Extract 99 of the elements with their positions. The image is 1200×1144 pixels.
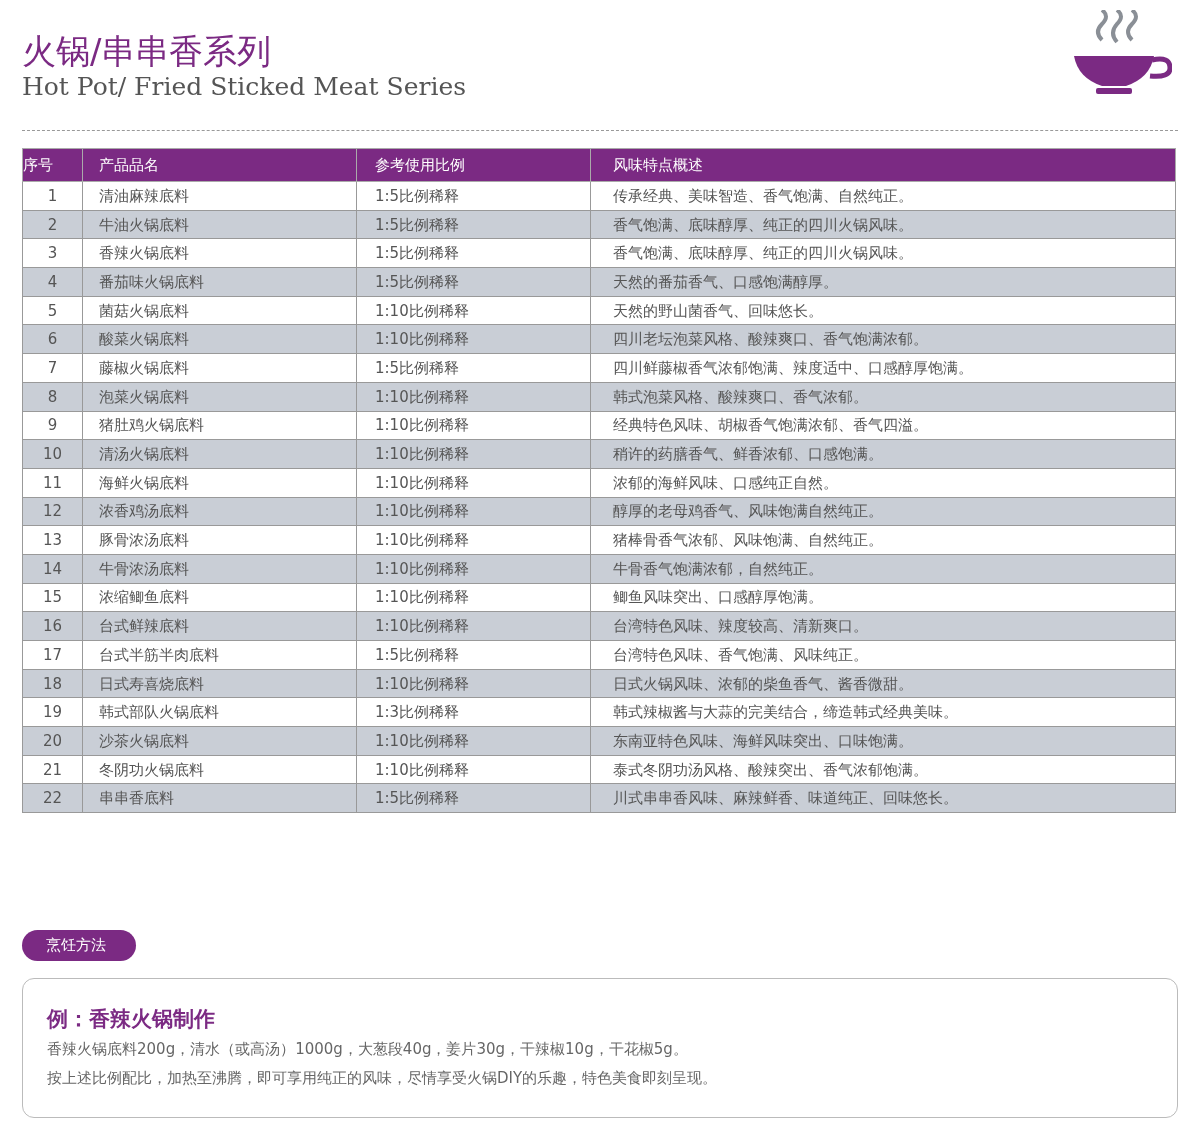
table-cell: 7 [22, 353, 83, 383]
table-cell: 18 [22, 669, 83, 698]
table-cell: 1:10比例稀释 [356, 411, 591, 440]
table-cell: 1:5比例稀释 [356, 353, 591, 383]
column-header: 产品品名 [82, 148, 357, 182]
table-cell: 猪肚鸡火锅底料 [82, 411, 357, 440]
column-header: 风味特点概述 [590, 148, 1176, 182]
table-cell: 10 [22, 439, 83, 469]
table-cell: 1:10比例稀释 [356, 669, 591, 698]
table-cell: 1:10比例稀释 [356, 468, 591, 498]
table-cell: 经典特色风味、胡椒香气饱满浓郁、香气四溢。 [590, 411, 1176, 440]
table-cell: 日式寿喜烧底料 [82, 669, 357, 698]
table-cell: 1:10比例稀释 [356, 296, 591, 325]
table-cell: 稍许的药膳香气、鲜香浓郁、口感饱满。 [590, 439, 1176, 469]
table-cell: 1 [22, 181, 83, 211]
table-cell: 台湾特色风味、香气饱满、风味纯正。 [590, 640, 1176, 670]
table-cell: 浓缩鲫鱼底料 [82, 583, 357, 612]
table-cell: 韩式辣椒酱与大蒜的完美结合，缔造韩式经典美味。 [590, 697, 1176, 727]
table-cell: 9 [22, 411, 83, 440]
table-cell: 1:5比例稀释 [356, 181, 591, 211]
table-cell: 番茄味火锅底料 [82, 267, 357, 297]
table-cell: 清汤火锅底料 [82, 439, 357, 469]
page-title: 火锅/串串香系列 [22, 30, 273, 72]
table-cell: 21 [22, 755, 83, 784]
table-cell: 清油麻辣底料 [82, 181, 357, 211]
column-header: 参考使用比例 [356, 148, 591, 182]
table-cell: 1:10比例稀释 [356, 382, 591, 411]
table-cell: 20 [22, 726, 83, 756]
table-cell: 韩式部队火锅底料 [82, 697, 357, 727]
table-cell: 5 [22, 296, 83, 325]
table-cell: 香气饱满、底味醇厚、纯正的四川火锅风味。 [590, 238, 1176, 268]
page-subtitle: Hot Pot/ Fried Sticked Meat Series [22, 72, 466, 102]
table-cell: 台式鲜辣底料 [82, 611, 357, 641]
table-cell: 香气饱满、底味醇厚、纯正的四川火锅风味。 [590, 210, 1176, 239]
table-cell: 韩式泡菜风格、酸辣爽口、香气浓郁。 [590, 382, 1176, 411]
table-cell: 海鲜火锅底料 [82, 468, 357, 498]
table-cell: 浓香鸡汤底料 [82, 497, 357, 526]
table-cell: 1:5比例稀释 [356, 783, 591, 813]
table-cell: 8 [22, 382, 83, 411]
table-cell: 22 [22, 783, 83, 813]
steaming-cup-icon [1072, 10, 1172, 96]
table-cell: 牛骨浓汤底料 [82, 554, 357, 584]
table-cell: 香辣火锅底料 [82, 238, 357, 268]
table-cell: 台式半筋半肉底料 [82, 640, 357, 670]
table-cell: 11 [22, 468, 83, 498]
table-cell: 台湾特色风味、辣度较高、清新爽口。 [590, 611, 1176, 641]
table-cell: 3 [22, 238, 83, 268]
table-cell: 四川老坛泡菜风格、酸辣爽口、香气饱满浓郁。 [590, 324, 1176, 354]
table-cell: 酸菜火锅底料 [82, 324, 357, 354]
table-cell: 1:3比例稀释 [356, 697, 591, 727]
table-cell: 1:10比例稀释 [356, 755, 591, 784]
table-cell: 菌菇火锅底料 [82, 296, 357, 325]
table-cell: 1:10比例稀释 [356, 554, 591, 584]
table-cell: 1:10比例稀释 [356, 324, 591, 354]
table-cell: 1:10比例稀释 [356, 439, 591, 469]
table-cell: 14 [22, 554, 83, 584]
table-cell: 1:5比例稀释 [356, 210, 591, 239]
table-cell: 4 [22, 267, 83, 297]
table-cell: 天然的野山菌香气、回味悠长。 [590, 296, 1176, 325]
table-cell: 豚骨浓汤底料 [82, 525, 357, 555]
recipe-text: 香辣火锅底料200g，清水（或高汤）1000g，大葱段40g，姜片30g，干辣椒10g，干花椒5g。 [47, 1039, 689, 1061]
table-cell: 19 [22, 697, 83, 727]
table-cell: 醇厚的老母鸡香气、风味饱满自然纯正。 [590, 497, 1176, 526]
table-cell: 浓郁的海鲜风味、口感纯正自然。 [590, 468, 1176, 498]
table-cell: 串串香底料 [82, 783, 357, 813]
table-cell: 1:5比例稀释 [356, 640, 591, 670]
table-cell: 泡菜火锅底料 [82, 382, 357, 411]
table-cell: 猪棒骨香气浓郁、风味饱满、自然纯正。 [590, 525, 1176, 555]
table-cell: 东南亚特色风味、海鲜风味突出、口味饱满。 [590, 726, 1176, 756]
table-cell: 1:10比例稀释 [356, 611, 591, 641]
table-cell: 13 [22, 525, 83, 555]
table-cell: 1:10比例稀释 [356, 583, 591, 612]
table-cell: 牛油火锅底料 [82, 210, 357, 239]
recipe-text: 按上述比例配比，加热至沸腾，即可享用纯正的风味，尽情享受火锅DIY的乐趣，特色美食即刻呈现。 [47, 1068, 719, 1090]
table-cell: 1:5比例稀释 [356, 238, 591, 268]
table-cell: 16 [22, 611, 83, 641]
table-cell: 12 [22, 497, 83, 526]
table-cell: 2 [22, 210, 83, 239]
table-cell: 1:10比例稀释 [356, 726, 591, 756]
table-cell: 1:10比例稀释 [356, 497, 591, 526]
table-cell: 泰式冬阴功汤风格、酸辣突出、香气浓郁饱满。 [590, 755, 1176, 784]
recipe-title: 例：香辣火锅制作 [47, 1006, 216, 1034]
table-cell: 6 [22, 324, 83, 354]
table-cell: 日式火锅风味、浓郁的柴鱼香气、酱香微甜。 [590, 669, 1176, 698]
table-cell: 沙茶火锅底料 [82, 726, 357, 756]
table-cell: 牛骨香气饱满浓郁，自然纯正。 [590, 554, 1176, 584]
table-cell: 1:10比例稀释 [356, 525, 591, 555]
table-cell: 川式串串香风味、麻辣鲜香、味道纯正、回味悠长。 [590, 783, 1176, 813]
table-cell: 冬阴功火锅底料 [82, 755, 357, 784]
table-cell: 四川鲜藤椒香气浓郁饱满、辣度适中、口感醇厚饱满。 [590, 353, 1176, 383]
column-header: 序号 [22, 148, 83, 182]
cooking-method-badge: 烹饪方法 [22, 930, 136, 962]
table-cell: 15 [22, 583, 83, 612]
table-cell: 17 [22, 640, 83, 670]
table-cell: 传承经典、美味智造、香气饱满、自然纯正。 [590, 181, 1176, 211]
table-cell: 藤椒火锅底料 [82, 353, 357, 383]
table-cell: 天然的番茄香气、口感饱满醇厚。 [590, 267, 1176, 297]
table-cell: 1:5比例稀释 [356, 267, 591, 297]
table-cell: 鲫鱼风味突出、口感醇厚饱满。 [590, 583, 1176, 612]
